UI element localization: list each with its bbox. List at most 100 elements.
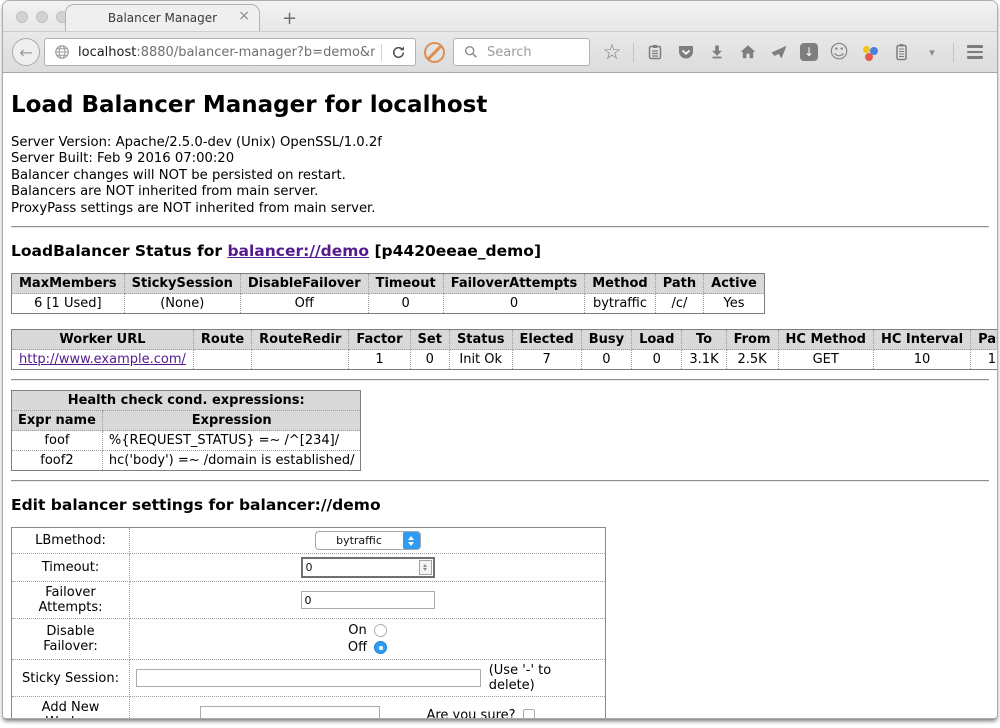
close-window-button[interactable] <box>16 11 28 23</box>
failover-attempts-input[interactable] <box>301 591 435 609</box>
tab-groups-icon[interactable] <box>996 41 998 63</box>
health-row-foof2: foof2 hc('body') =~ /domain is establish… <box>12 451 361 471</box>
search-input[interactable] <box>487 45 577 60</box>
col-path: Path <box>655 274 703 294</box>
add-worker-input[interactable] <box>200 706 380 718</box>
col-to: To <box>682 330 726 350</box>
new-tab-button[interactable]: + <box>276 10 303 28</box>
downloads-icon[interactable] <box>707 41 727 63</box>
val-timeout: 0 <box>368 294 443 314</box>
search-box[interactable] <box>453 38 590 66</box>
failover-off-radio[interactable] <box>374 641 387 654</box>
worker-url-link[interactable]: http://www.example.com/ <box>19 352 186 367</box>
failover-label: Failover Attempts: <box>12 582 130 619</box>
col-elected: Elected <box>512 330 581 350</box>
content-blocked-icon[interactable] <box>424 42 445 63</box>
search-icon <box>461 41 481 63</box>
sticky-session-hint: (Use '-' to delete) <box>489 663 599 693</box>
col-expression: Expression <box>102 411 361 431</box>
server-built-line: Server Built: Feb 9 2016 07:00:20 <box>11 151 989 167</box>
col-method: Method <box>585 274 655 294</box>
health-table-title: Health check cond. expressions: <box>12 391 361 411</box>
val-expression-2: hc('body') =~ /domain is established/ <box>102 451 361 471</box>
disable-failover-cell: On Off <box>130 619 606 660</box>
section-divider <box>11 226 989 228</box>
url-host: localhost <box>78 45 136 60</box>
are-you-sure-label: Are you sure? <box>426 708 515 718</box>
val-hc-method: GET <box>778 350 873 370</box>
download-arrow-glyph: ↓ <box>804 45 814 59</box>
col-status: Status <box>449 330 512 350</box>
val-worker-url: http://www.example.com/ <box>12 350 194 370</box>
tab-title: Balancer Manager <box>108 11 217 25</box>
failover-on-radio[interactable] <box>374 624 387 637</box>
page-content: Load Balancer Manager for localhost Serv… <box>3 73 997 718</box>
val-failoverattempts: 0 <box>443 294 585 314</box>
val-routeredir <box>252 350 349 370</box>
tab-balancer-manager[interactable]: Balancer Manager × <box>65 4 260 31</box>
download-panel-icon[interactable]: ↓ <box>800 43 818 61</box>
val-passes: 1 (0) <box>971 350 997 370</box>
url-bar[interactable]: localhost:8880/balancer-manager?b=demo&n… <box>44 38 416 66</box>
lbmethod-cell: bytraffic <box>130 528 606 554</box>
globe-icon <box>52 41 72 63</box>
val-status: Init Ok <box>449 350 512 370</box>
sticky-session-input[interactable] <box>136 669 481 687</box>
sticky-session-cell: (Use '-' to delete) <box>130 660 606 697</box>
add-worker-row: Add New Worker: Are you sure? <box>12 697 606 718</box>
server-version-line: Server Version: Apache/2.5.0-dev (Unix) … <box>11 135 989 151</box>
extension-colors-icon[interactable] <box>860 41 880 63</box>
back-arrow-icon: ← <box>19 43 32 62</box>
edit-settings-heading: Edit balancer settings for balancer://de… <box>11 496 989 514</box>
color-dots <box>861 43 879 61</box>
tab-bar: Balancer Manager × + <box>3 1 997 31</box>
worker-header-row: Worker URL Route RouteRedir Factor Set S… <box>12 330 998 350</box>
radio-on-label: On <box>348 622 366 639</box>
val-path: /c/ <box>655 294 703 314</box>
val-disablefailover: Off <box>240 294 368 314</box>
health-header-row: Expr name Expression <box>12 411 361 431</box>
sticky-session-row: Sticky Session: (Use '-' to delete) <box>12 660 606 697</box>
lbmethod-select[interactable]: bytraffic <box>315 531 421 550</box>
tab-close-icon[interactable]: × <box>238 9 250 23</box>
edit-balancer-form: LBmethod: bytraffic Timeout: 0 <box>11 527 606 718</box>
add-worker-cell: Are you sure? <box>130 697 606 718</box>
feedback-smiley-icon[interactable]: ☺ <box>829 41 849 63</box>
section-divider <box>11 379 989 381</box>
pocket-icon[interactable] <box>676 41 696 63</box>
health-title-row: Health check cond. expressions: <box>12 391 361 411</box>
back-button[interactable]: ← <box>12 38 40 66</box>
val-route <box>193 350 251 370</box>
home-icon[interactable] <box>738 41 758 63</box>
lbmethod-selected-value: bytraffic <box>316 534 403 547</box>
proxypass-notice-line: ProxyPass settings are NOT inherited fro… <box>11 201 989 217</box>
page-title: Load Balancer Manager for localhost <box>11 92 989 118</box>
extension-list-icon[interactable] <box>891 41 911 63</box>
are-you-sure-checkbox[interactable] <box>523 709 535 718</box>
url-text[interactable]: localhost:8880/balancer-manager?b=demo&n… <box>78 45 375 60</box>
reload-icon[interactable] <box>388 41 408 63</box>
window-controls <box>16 11 68 23</box>
overflow-caret-icon[interactable]: ▾ <box>922 41 942 63</box>
timeout-input[interactable]: 0 <box>301 557 435 578</box>
send-page-icon[interactable] <box>769 41 789 63</box>
toolbar-buttons: ☆ ↓ ☺ ▾ <box>602 41 998 63</box>
navigation-toolbar: ← localhost:8880/balancer-manager?b=demo… <box>3 31 997 73</box>
balancer-demo-link[interactable]: balancer://demo <box>227 242 369 260</box>
reading-list-icon[interactable] <box>645 41 665 63</box>
url-path: :8880/balancer-manager?b=demo&nonce=decc… <box>136 45 375 60</box>
number-spinner-icon[interactable] <box>419 560 432 575</box>
col-busy: Busy <box>581 330 631 350</box>
col-failoverattempts: FailoverAttempts <box>443 274 585 294</box>
balancer-value-row: 6 [1 Used] (None) Off 0 0 bytraffic /c/ … <box>12 294 765 314</box>
val-method: bytraffic <box>585 294 655 314</box>
val-expr-name-2: foof2 <box>12 451 103 471</box>
minimize-window-button[interactable] <box>36 11 48 23</box>
hamburger-bars <box>967 45 983 59</box>
bookmark-star-icon[interactable]: ☆ <box>602 41 622 63</box>
disable-failover-row: Disable Failover: On Off <box>12 619 606 660</box>
col-timeout: Timeout <box>368 274 443 294</box>
val-maxmembers: 6 [1 Used] <box>12 294 125 314</box>
timeout-label: Timeout: <box>12 554 130 582</box>
menu-hamburger-icon[interactable] <box>965 41 985 63</box>
